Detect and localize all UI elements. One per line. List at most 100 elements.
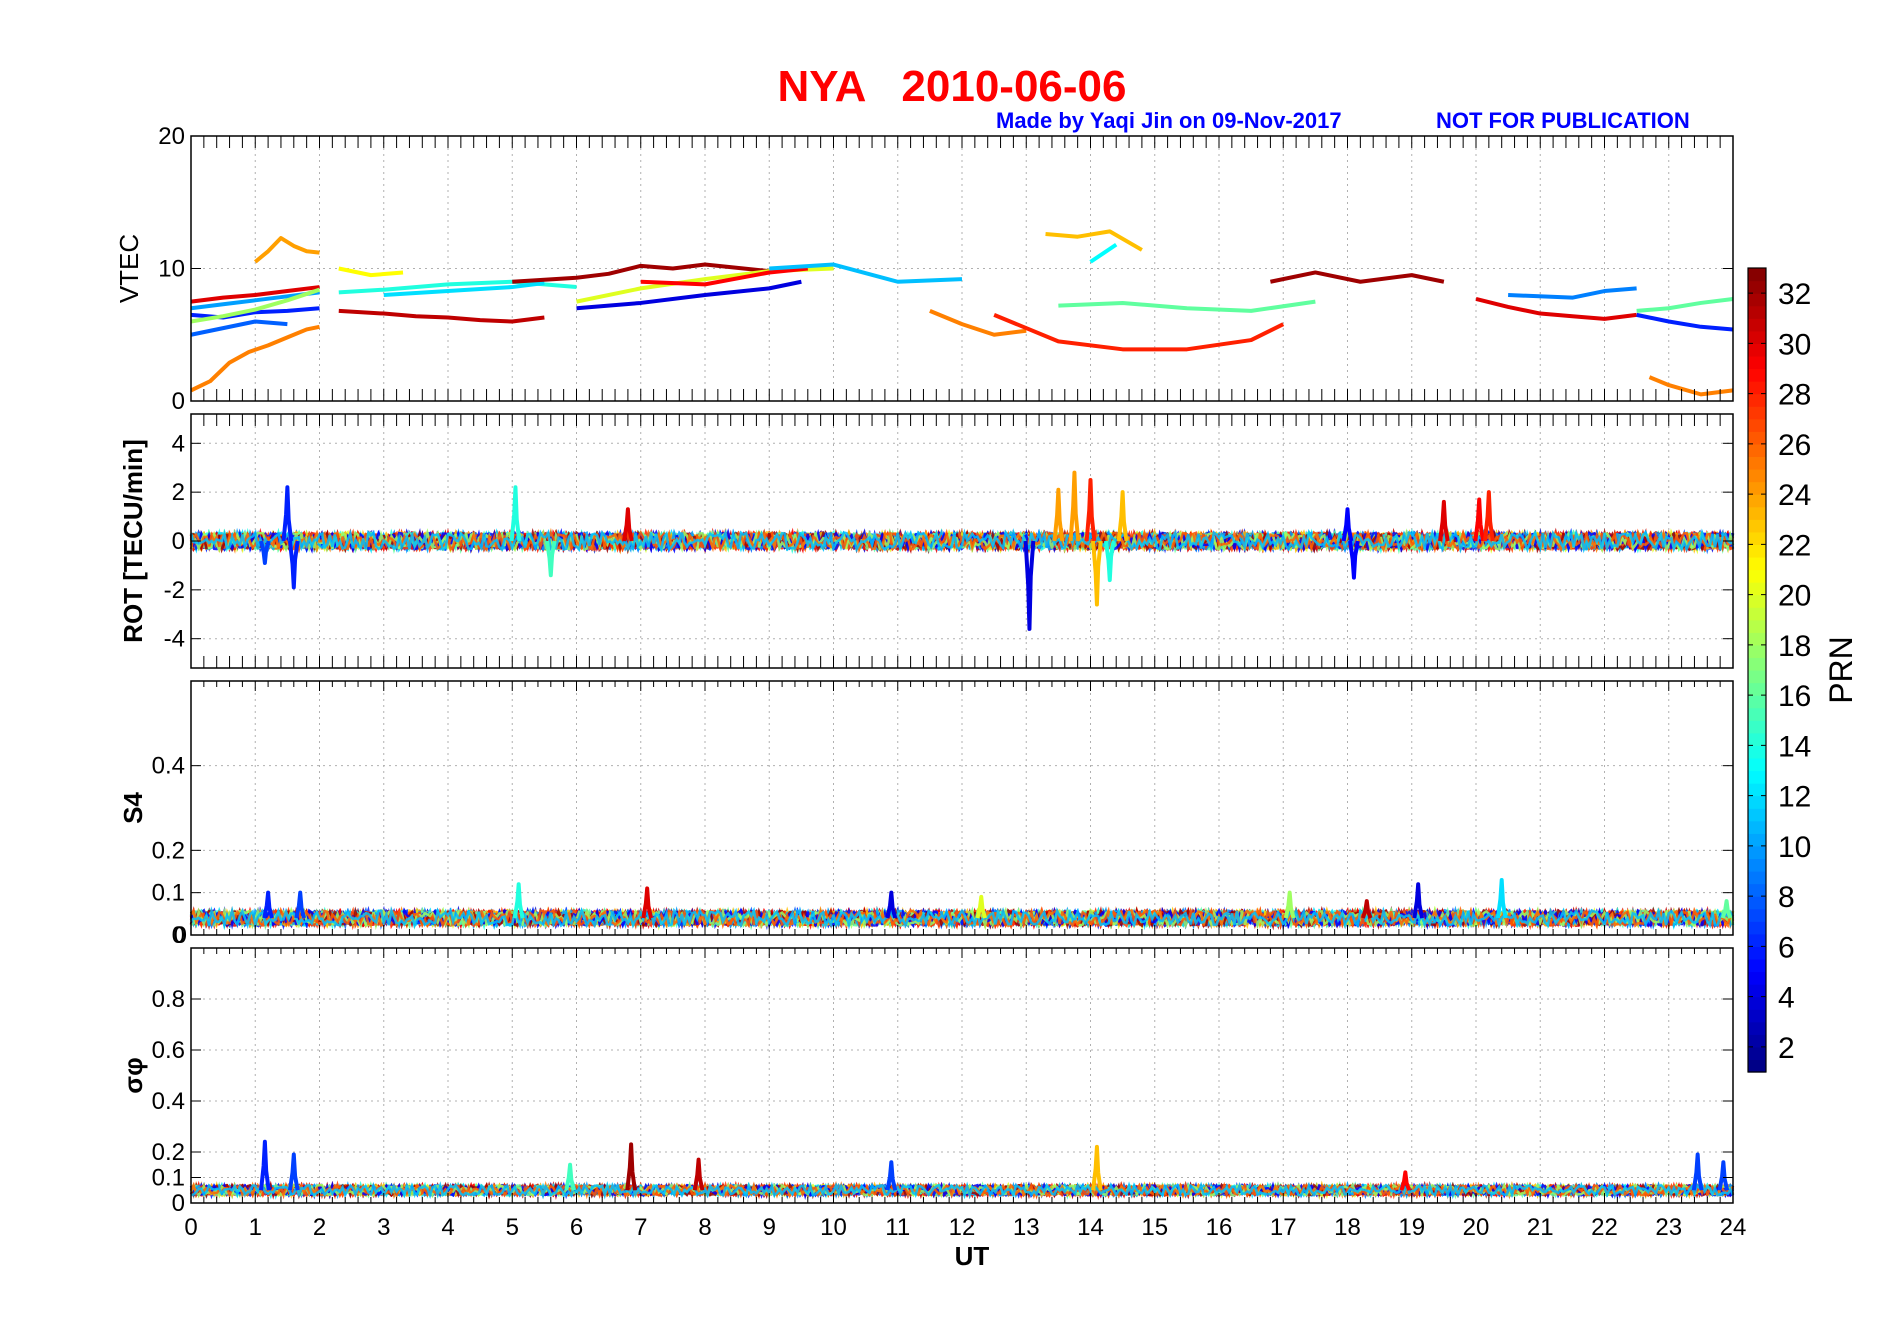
colorbar-swatch <box>1748 494 1766 508</box>
colorbar-swatch <box>1748 996 1766 1010</box>
vtec-trace <box>1269 270 1445 284</box>
x-tick-label: 0 <box>184 1214 197 1241</box>
x-tick-label: 9 <box>763 1214 776 1241</box>
colorbar-swatch <box>1748 368 1766 382</box>
x-tick-label: 13 <box>1013 1214 1040 1241</box>
colorbar-swatch <box>1748 293 1766 307</box>
colorbar-swatch <box>1748 418 1766 432</box>
colorbar-swatch <box>1748 481 1766 495</box>
colorbar-tick-label: 22 <box>1778 529 1811 562</box>
colorbar-tick-label: 4 <box>1778 982 1795 1015</box>
colorbar-tick-label: 28 <box>1778 379 1811 412</box>
y-tick-label: 0.1 <box>152 1165 185 1192</box>
colorbar-swatch <box>1748 657 1766 671</box>
colorbar-tick-label: 16 <box>1778 680 1811 713</box>
colorbar-swatch <box>1748 406 1766 420</box>
panel-3: 00.10.20.40S4 <box>118 680 1735 949</box>
vtec-trace <box>338 308 545 324</box>
y-tick-label: -4 <box>164 626 185 653</box>
y-axis-label: ROT [TECU/min] <box>118 439 148 643</box>
colorbar-swatch <box>1748 1046 1766 1061</box>
colorbar-swatch <box>1748 469 1766 483</box>
x-tick-label: 20 <box>1463 1214 1490 1241</box>
colorbar-swatch <box>1748 833 1766 847</box>
x-tick-label: 17 <box>1270 1214 1297 1241</box>
colorbar-swatch <box>1748 431 1766 445</box>
colorbar-swatch <box>1748 770 1766 784</box>
colorbar-swatch <box>1748 820 1766 834</box>
colorbar-swatch <box>1748 745 1766 759</box>
vtec-trace <box>253 236 320 264</box>
colorbar-swatch <box>1748 971 1766 985</box>
colorbar-label: PRN <box>1823 636 1859 704</box>
colorbar-swatch <box>1748 544 1766 558</box>
y-tick-label: 0.2 <box>152 837 185 864</box>
spike-mark <box>1091 1144 1103 1191</box>
colorbar-tick-label: 10 <box>1778 831 1811 864</box>
y-axis-label: VTEC <box>114 234 144 303</box>
x-tick-label: 19 <box>1398 1214 1425 1241</box>
colorbar-swatch <box>1748 343 1766 357</box>
colorbar-swatch <box>1748 670 1766 684</box>
colorbar-swatch <box>1748 984 1766 998</box>
y-tick-label: 0.8 <box>152 986 185 1013</box>
x-tick-label: 21 <box>1527 1214 1554 1241</box>
x-tick-label: 1 <box>249 1214 262 1241</box>
colorbar-swatch <box>1748 808 1766 822</box>
x-tick-label: 24 <box>1720 1214 1747 1241</box>
x-tick-label: 7 <box>634 1214 647 1241</box>
colorbar-swatch <box>1748 896 1766 910</box>
colorbar-swatch <box>1748 393 1766 407</box>
panel-4: 00.10.20.40.60.8σφ0 1 2 3 4 5 6 7 8 9 10 11 12 13 14 15… <box>118 947 1747 1271</box>
y-axis-label: σφ <box>118 1057 148 1093</box>
y-tick-label: 0.4 <box>152 753 185 780</box>
x-tick-label: 14 <box>1077 1214 1104 1241</box>
colorbar-swatch <box>1748 707 1766 721</box>
x-tick-label: 22 <box>1591 1214 1618 1241</box>
vtec-trace <box>1089 242 1118 264</box>
vtec-trace <box>1475 297 1637 321</box>
colorbar-swatch <box>1748 268 1766 282</box>
colorbar-swatch <box>1748 556 1766 571</box>
colorbar-swatch <box>1748 644 1766 659</box>
colorbar-swatch <box>1748 921 1766 935</box>
spike-mark <box>1091 540 1103 607</box>
colorbar-swatch <box>1748 783 1766 797</box>
colorbar-tick-label: 30 <box>1778 328 1811 361</box>
colorbar-swatch <box>1748 531 1766 545</box>
colorbar-swatch <box>1748 757 1766 772</box>
colorbar-swatch <box>1748 1021 1766 1035</box>
colorbar: 2468101214161820222426283032PRN <box>1747 267 1859 1073</box>
colorbar-swatch <box>1748 456 1766 470</box>
colorbar-swatch <box>1748 619 1766 633</box>
vtec-trace <box>190 319 288 337</box>
x-tick-label: 3 <box>377 1214 390 1241</box>
vtec-trace <box>1508 286 1637 300</box>
spike-mark <box>1023 540 1036 631</box>
colorbar-swatch <box>1748 1009 1766 1023</box>
colorbar-tick-label: 8 <box>1778 881 1795 914</box>
vtec-trace <box>769 262 963 284</box>
y-tick-label: 0.2 <box>152 1139 185 1166</box>
y-axis-label: S4 <box>118 792 148 824</box>
panel-2: -4 -2 0 2 4 ROT [TECU/min] <box>118 413 1735 669</box>
vtec-trace <box>1636 312 1734 332</box>
colorbar-tick-label: 18 <box>1778 630 1811 663</box>
colorbar-swatch <box>1748 695 1766 709</box>
colorbar-tick-label: 32 <box>1778 278 1811 311</box>
x-tick-label: 15 <box>1141 1214 1168 1241</box>
colorbar-swatch <box>1748 682 1766 696</box>
figure-canvas: 01020VTEC-4-2024ROT [TECU/min]00.10.20.4… <box>114 123 1859 1271</box>
x-tick-label: 18 <box>1334 1214 1361 1241</box>
colorbar-swatch <box>1748 958 1766 973</box>
colorbar-swatch <box>1748 908 1766 922</box>
vtec-trace <box>338 266 404 278</box>
y-tick-label: 4 <box>172 430 185 457</box>
x-tick-label: 10 <box>820 1214 847 1241</box>
colorbar-tick-label: 20 <box>1778 580 1811 613</box>
vtec-trace <box>993 313 1285 352</box>
x-tick-label: 5 <box>506 1214 519 1241</box>
colorbar-tick-label: 26 <box>1778 429 1811 462</box>
colorbar-swatch <box>1748 720 1766 734</box>
colorbar-swatch <box>1748 883 1766 897</box>
